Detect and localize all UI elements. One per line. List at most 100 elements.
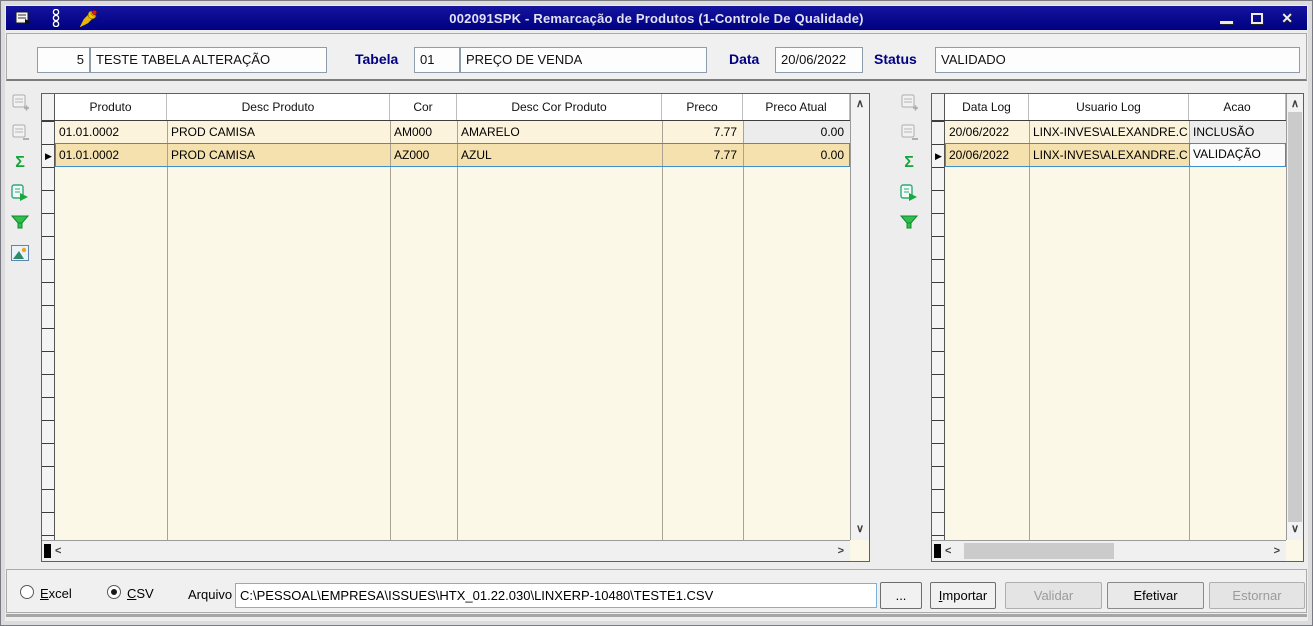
minimize-button[interactable] <box>1220 13 1234 24</box>
scrollbar-thumb[interactable] <box>964 543 1114 559</box>
window-title: 002091SPK - Remarcação de Produtos (1-Co… <box>449 10 864 26</box>
window-bottom-edge <box>6 614 1307 617</box>
cell-preco[interactable]: 7.77 <box>662 144 743 167</box>
filter-funnel-button[interactable] <box>899 213 919 232</box>
traffic-light-icon[interactable] <box>47 9 65 27</box>
table-id-field[interactable]: 5 <box>37 47 90 73</box>
csv-radio-label[interactable]: CSV <box>127 586 154 601</box>
scrollbar-grip[interactable] <box>934 544 941 558</box>
status-label: Status <box>874 51 917 67</box>
products-horizontal-scrollbar[interactable]: < > <box>42 540 850 561</box>
col-data-log[interactable]: Data Log <box>945 94 1029 120</box>
log-grid-toolbar: Σ <box>896 93 922 232</box>
tabela-code-field[interactable]: 01 <box>414 47 460 73</box>
efetivar-button[interactable]: Efetivar <box>1107 582 1204 609</box>
sum-sigma-button[interactable]: Σ <box>10 153 30 172</box>
data-field[interactable]: 20/06/2022 <box>775 47 863 73</box>
scroll-up-icon[interactable]: ∧ <box>1291 99 1299 110</box>
scroll-left-icon[interactable]: < <box>945 546 951 557</box>
log-grid-header: Data Log Usuario Log Acao <box>932 94 1303 121</box>
close-button[interactable]: ✕ <box>1281 11 1293 25</box>
cell-desc-produto[interactable]: PROD CAMISA <box>167 144 390 167</box>
delete-row-button[interactable] <box>899 123 919 142</box>
excel-radio[interactable] <box>20 585 34 599</box>
file-path-field[interactable]: C:\PESSOAL\EMPRESA\ISSUES\HTX_01.22.030\… <box>235 583 877 608</box>
scroll-right-icon[interactable]: > <box>838 546 844 557</box>
export-grid-button[interactable] <box>899 183 919 202</box>
cell-preco-atual[interactable]: 0.00 <box>743 121 850 143</box>
row-indicator-column <box>42 121 55 540</box>
browse-button[interactable]: ... <box>880 582 922 609</box>
cell-desc-cor[interactable]: AZUL <box>457 144 662 167</box>
scrollbar-thumb[interactable] <box>1288 112 1302 522</box>
add-row-button[interactable] <box>10 93 30 112</box>
current-row-pointer-icon: ▶ <box>935 151 942 161</box>
csv-radio[interactable] <box>107 585 121 599</box>
col-usuario-log[interactable]: Usuario Log <box>1029 94 1189 120</box>
scrollbar-corner <box>850 540 869 561</box>
cell-produto[interactable]: 01.01.0002 <box>55 144 167 167</box>
col-produto[interactable]: Produto <box>55 94 167 120</box>
col-cor[interactable]: Cor <box>390 94 457 120</box>
cell-desc-produto[interactable]: PROD CAMISA <box>167 121 390 143</box>
table-row[interactable]: 01.01.0002 PROD CAMISA AM000 AMARELO 7.7… <box>55 121 850 144</box>
filter-funnel-button[interactable] <box>10 213 30 232</box>
table-description-field[interactable]: TESTE TABELA ALTERAÇÃO <box>90 47 327 73</box>
cell-usuario-log[interactable]: LINX-INVES\ALEXANDRE.C <box>1029 144 1189 167</box>
validar-button[interactable]: Validar <box>1005 582 1102 609</box>
cell-desc-cor[interactable]: AMARELO <box>457 121 662 143</box>
log-vertical-scrollbar[interactable]: ∧ ∨ <box>1286 94 1303 540</box>
cell-data-log[interactable]: 20/06/2022 <box>945 121 1029 143</box>
wrench-icon[interactable] <box>80 9 98 27</box>
log-grid: Data Log Usuario Log Acao 20/06/2022 LIN… <box>931 93 1304 562</box>
log-horizontal-scrollbar[interactable]: < > <box>932 540 1286 561</box>
cell-acao[interactable]: INCLUSÃO <box>1189 121 1286 143</box>
cell-preco-atual[interactable]: 0.00 <box>743 144 850 167</box>
app-window: 002091SPK - Remarcação de Produtos (1-Co… <box>0 0 1313 626</box>
cell-cor[interactable]: AM000 <box>390 121 457 143</box>
table-row-selected[interactable]: 01.01.0002 PROD CAMISA AZ000 AZUL 7.77 0… <box>55 144 850 167</box>
data-label: Data <box>729 51 760 67</box>
importar-button[interactable]: Importar <box>930 582 996 609</box>
col-desc-cor[interactable]: Desc Cor Produto <box>457 94 662 120</box>
scroll-right-icon[interactable]: > <box>1274 546 1280 557</box>
cell-produto[interactable]: 01.01.0002 <box>55 121 167 143</box>
scroll-up-icon[interactable]: ∧ <box>856 99 864 110</box>
image-button[interactable] <box>10 243 30 262</box>
scroll-down-icon[interactable]: ∨ <box>1291 524 1299 535</box>
radio-dot-icon <box>111 589 117 595</box>
products-grid: Produto Desc Produto Cor Desc Cor Produt… <box>41 93 870 562</box>
sum-sigma-button[interactable]: Σ <box>899 153 919 172</box>
export-grid-button[interactable] <box>10 183 30 202</box>
focused-cell[interactable]: VALIDAÇÃO <box>1189 143 1286 167</box>
header-panel: 5 TESTE TABELA ALTERAÇÃO Tabela 01 PREÇO… <box>6 33 1307 81</box>
delete-row-button[interactable] <box>10 123 30 142</box>
titlebar-icons <box>6 9 98 27</box>
excel-radio-label[interactable]: Excel <box>40 586 72 601</box>
estornar-button[interactable]: Estornar <box>1209 582 1305 609</box>
sigma-icon: Σ <box>904 153 914 171</box>
add-row-button[interactable] <box>899 93 919 112</box>
maximize-button[interactable] <box>1251 12 1264 24</box>
arquivo-label: Arquivo <box>188 587 233 602</box>
cell-cor[interactable]: AZ000 <box>390 144 457 167</box>
tabela-desc-field[interactable]: PREÇO DE VENDA <box>460 47 707 73</box>
cell-preco[interactable]: 7.77 <box>662 121 743 143</box>
scroll-left-icon[interactable]: < <box>55 546 61 557</box>
cell-usuario-log[interactable]: LINX-INVES\ALEXANDRE.C <box>1029 121 1189 143</box>
form-menu-icon[interactable] <box>14 9 32 27</box>
cell-data-log[interactable]: 20/06/2022 <box>945 144 1029 167</box>
status-field[interactable]: VALIDADO <box>935 47 1300 73</box>
col-preco-atual[interactable]: Preco Atual <box>743 94 850 120</box>
scroll-down-icon[interactable]: ∨ <box>856 524 864 535</box>
col-desc-produto[interactable]: Desc Produto <box>167 94 390 120</box>
current-row-pointer-icon: ▶ <box>45 151 52 161</box>
scrollbar-grip[interactable] <box>44 544 51 558</box>
col-acao[interactable]: Acao <box>1189 94 1286 120</box>
products-vertical-scrollbar[interactable]: ∧ ∨ <box>850 94 869 540</box>
row-indicator-column <box>932 121 945 540</box>
col-preco[interactable]: Preco <box>662 94 743 120</box>
table-row[interactable]: 20/06/2022 LINX-INVES\ALEXANDRE.C INCLUS… <box>945 121 1286 144</box>
tabela-label: Tabela <box>355 51 399 67</box>
log-grid-body: 20/06/2022 LINX-INVES\ALEXANDRE.C INCLUS… <box>932 121 1286 540</box>
